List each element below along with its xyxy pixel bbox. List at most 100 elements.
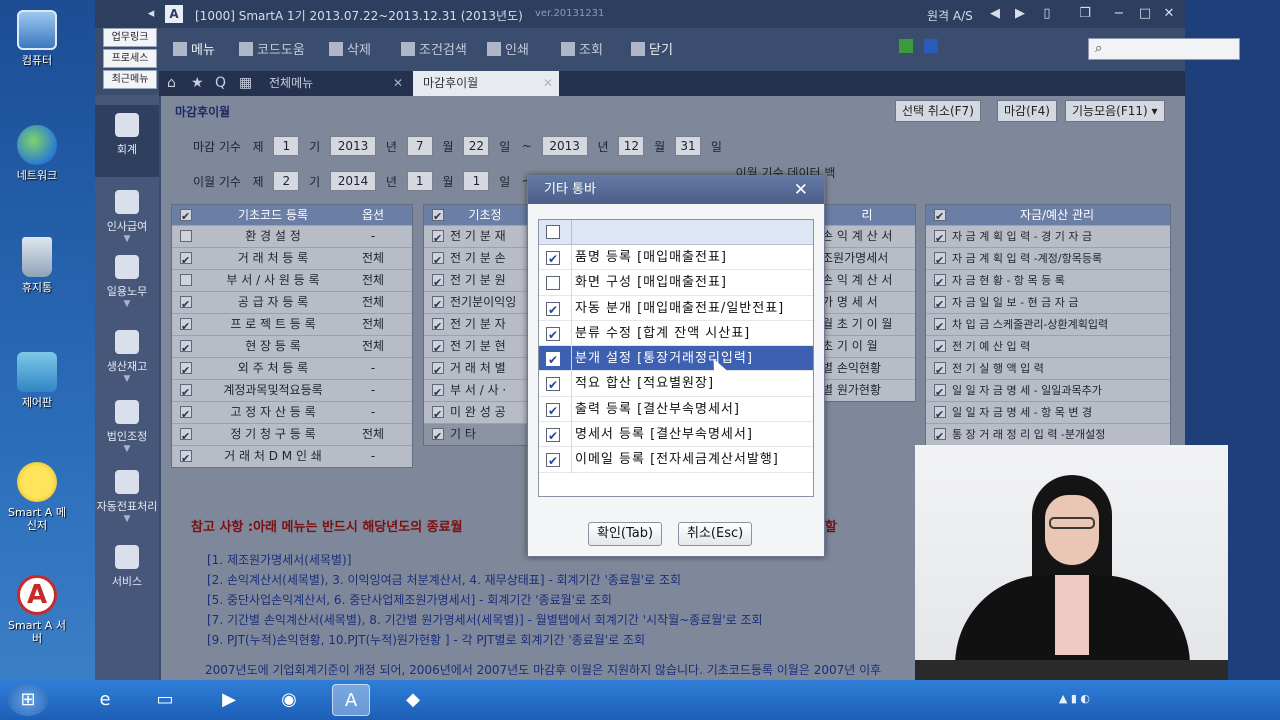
row-checkbox[interactable] xyxy=(180,294,192,313)
carry-from-year-input[interactable]: 2014 xyxy=(330,171,377,191)
minimize-icon[interactable]: − xyxy=(1109,4,1129,24)
app-taskbar-icon[interactable]: ◆ xyxy=(394,684,432,716)
row-checkbox[interactable] xyxy=(934,272,946,291)
row-checkbox[interactable] xyxy=(180,230,192,242)
table-row[interactable]: 일 일 자 금 명 세 - 항 목 변 경 xyxy=(926,401,1170,423)
dialog-list-item[interactable]: 적요 합산 [적요별원장] xyxy=(539,371,813,398)
carry-from-day-input[interactable]: 1 xyxy=(463,171,490,191)
cancel-selection-button[interactable]: 선택 취소(F7) xyxy=(895,100,981,122)
nav-corporate-adjust[interactable]: 법인조정 ▼ xyxy=(95,400,159,454)
menu-button[interactable]: 메뉴 xyxy=(173,39,215,58)
table-row[interactable]: 현 장 등 록 전체 xyxy=(172,335,412,357)
item-checkbox[interactable] xyxy=(546,348,560,373)
row-checkbox[interactable] xyxy=(180,404,192,423)
condition-search-button[interactable]: 조건검색 xyxy=(401,39,467,58)
table-row[interactable]: 손 익 계 산 서 xyxy=(822,269,915,291)
table-row[interactable]: 전 기 분 손 xyxy=(424,247,534,269)
item-checkbox[interactable] xyxy=(546,399,560,424)
table-row[interactable]: 미 완 성 공 xyxy=(424,401,534,423)
row-checkbox[interactable] xyxy=(934,404,946,423)
table-row[interactable]: 기 타 xyxy=(424,423,534,445)
row-checkbox[interactable] xyxy=(432,294,444,313)
smart-a-taskbar-icon[interactable]: A xyxy=(332,684,370,716)
carry-period-input[interactable]: 2 xyxy=(273,171,300,191)
media-player-icon[interactable]: ▶ xyxy=(210,684,248,716)
row-checkbox[interactable] xyxy=(934,250,946,269)
close-from-month-input[interactable]: 7 xyxy=(406,136,433,156)
close-icon[interactable]: ✕ xyxy=(1159,4,1179,24)
select-all-checkbox[interactable] xyxy=(546,225,560,239)
table-row[interactable]: 전 기 예 산 입 력 xyxy=(926,335,1170,357)
row-checkbox[interactable] xyxy=(180,250,192,269)
print-button[interactable]: 인쇄 xyxy=(487,39,529,58)
table-row[interactable]: 프 로 젝 트 등 록 전체 xyxy=(172,313,412,335)
item-checkbox[interactable] xyxy=(546,373,560,398)
table-row[interactable]: 통 장 거 래 정 리 입 력 -분개설정 xyxy=(926,423,1170,445)
close-to-month-input[interactable]: 12 xyxy=(618,136,645,156)
row-checkbox[interactable] xyxy=(180,448,192,467)
row-checkbox[interactable] xyxy=(180,316,192,335)
nav-auto-voucher[interactable]: 자동전표처리 ▼ xyxy=(95,470,159,524)
restore-icon[interactable]: ❐ xyxy=(1075,4,1095,24)
desktop-icon-server[interactable]: A Smart A 서버 xyxy=(6,575,68,645)
nav-daily-labor[interactable]: 일용노무 ▼ xyxy=(95,255,159,309)
back-arrow-icon[interactable]: ◀ xyxy=(985,4,1005,24)
star-icon[interactable]: ★ xyxy=(191,75,204,91)
close-to-day-input[interactable]: 31 xyxy=(675,136,702,156)
table-row[interactable]: 거 래 처 D M 인 쇄- xyxy=(172,445,412,467)
remote-as-button[interactable]: 원격 A/S xyxy=(927,7,973,24)
table-row[interactable]: 자 금 일 일 보 - 현 금 자 금 xyxy=(926,291,1170,313)
close-period-input[interactable]: 1 xyxy=(273,136,300,156)
dialog-list-item[interactable]: 화면 구성 [매입매출전표] xyxy=(539,270,813,297)
row-checkbox[interactable] xyxy=(180,338,192,357)
nav-production-inventory[interactable]: 생산재고 ▼ xyxy=(95,330,159,384)
table-row[interactable]: 고 정 자 산 등 록- xyxy=(172,401,412,423)
row-checkbox[interactable] xyxy=(934,316,946,335)
table-row[interactable]: 전 기 실 행 액 입 력 xyxy=(926,357,1170,379)
table-row[interactable]: 전 기 분 재 xyxy=(424,225,534,247)
table-row[interactable]: 계정과목및적요등록 - xyxy=(172,379,412,401)
file-explorer-icon[interactable]: ▭ xyxy=(146,684,184,716)
row-checkbox[interactable] xyxy=(432,250,444,269)
close-from-day-input[interactable]: 22 xyxy=(463,136,490,156)
table-row[interactable]: 일 일 자 금 명 세 - 일일과목추가 xyxy=(926,379,1170,401)
calendar-icon[interactable]: ▦ xyxy=(239,75,252,91)
work-link-button[interactable]: 업무링크 xyxy=(103,28,157,47)
table-row[interactable]: 외 주 처 등 록- xyxy=(172,357,412,379)
table-row[interactable]: 가 명 세 서 xyxy=(822,291,915,313)
nav-accounting[interactable]: 회계 xyxy=(95,105,159,177)
table-row[interactable]: 별 원가현황 xyxy=(822,379,915,401)
select-all-checkbox[interactable] xyxy=(934,207,946,227)
item-checkbox[interactable] xyxy=(546,276,560,291)
table-row[interactable]: 자 금 계 획 입 력 - 경 기 자 금 xyxy=(926,225,1170,247)
desktop-icon-recycle-bin[interactable]: 휴지통 xyxy=(6,237,68,294)
table-row[interactable]: 공 급 자 등 록 전체 xyxy=(172,291,412,313)
dialog-list-item[interactable]: 자동 분개 [매입매출전표/일반전표] xyxy=(539,295,813,323)
row-checkbox[interactable] xyxy=(432,382,444,401)
nav-hr-payroll[interactable]: 인사급여 ▼ xyxy=(95,190,159,244)
excel-icon[interactable] xyxy=(899,39,917,55)
start-button[interactable]: ⊞ xyxy=(8,684,48,716)
row-checkbox[interactable] xyxy=(934,338,946,357)
tab-close-icon[interactable]: ✕ xyxy=(543,71,553,96)
table-row[interactable]: 정 기 청 구 등 록 전체 xyxy=(172,423,412,445)
table-row[interactable]: 환 경 설 정- xyxy=(172,225,412,247)
dialog-list-item[interactable]: 분류 수정 [합계 잔액 시산표] xyxy=(539,320,813,348)
select-all-checkbox[interactable] xyxy=(432,207,444,227)
close-f4-button[interactable]: 마감(F4) xyxy=(997,100,1057,122)
item-checkbox[interactable] xyxy=(546,323,560,348)
table-row[interactable]: 전기분이익잉 xyxy=(424,291,534,313)
maximize-icon[interactable]: □ xyxy=(1135,4,1155,24)
table-row[interactable]: 초 기 이 월 xyxy=(822,335,915,357)
delete-button[interactable]: 삭제 xyxy=(329,39,371,58)
item-checkbox[interactable] xyxy=(546,298,560,323)
process-button[interactable]: 프로세스 xyxy=(103,49,157,68)
row-checkbox[interactable] xyxy=(934,426,946,445)
table-row[interactable]: 거 래 처 별 xyxy=(424,357,534,379)
tab-close-icon[interactable]: ✕ xyxy=(393,71,403,96)
book-icon[interactable]: ▯ xyxy=(1037,4,1057,24)
row-checkbox[interactable] xyxy=(432,426,444,445)
view-button[interactable]: 조회 xyxy=(561,39,603,58)
row-checkbox[interactable] xyxy=(934,294,946,313)
table-row[interactable]: 별 손익현황 xyxy=(822,357,915,379)
